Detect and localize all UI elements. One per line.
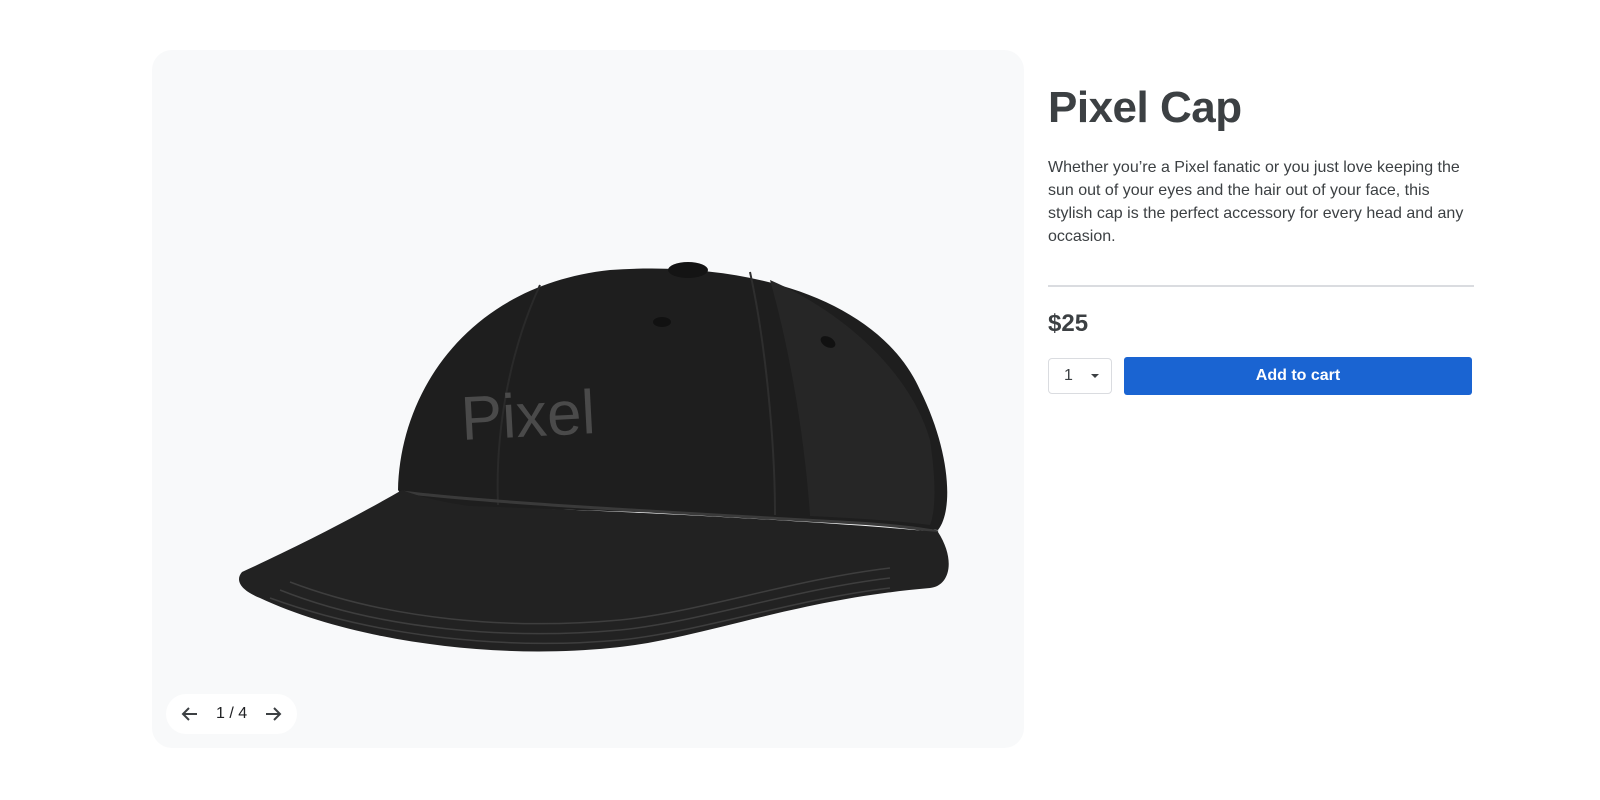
quantity-select[interactable]: 1 bbox=[1048, 358, 1112, 394]
product-gallery: Pixel 1 / 4 bbox=[152, 50, 1024, 748]
cap-embroidery-text: Pixel bbox=[459, 378, 597, 454]
image-counter: 1 / 4 bbox=[216, 705, 248, 722]
arrow-left-icon bbox=[181, 707, 197, 721]
product-title: Pixel Cap bbox=[1048, 83, 1242, 132]
previous-image-button[interactable] bbox=[174, 698, 206, 730]
arrow-right-icon bbox=[266, 707, 282, 721]
purchase-row: 1 Add to cart bbox=[1048, 357, 1474, 395]
product-details: Pixel Cap Whether you’re a Pixel fanatic… bbox=[1048, 80, 1474, 395]
product-image: Pixel bbox=[239, 262, 949, 652]
add-to-cart-button[interactable]: Add to cart bbox=[1124, 357, 1472, 395]
caret-down-icon bbox=[1091, 374, 1099, 378]
quantity-value: 1 bbox=[1064, 367, 1073, 384]
image-pager: 1 / 4 bbox=[166, 694, 298, 734]
next-image-button[interactable] bbox=[257, 698, 289, 730]
product-price: $25 bbox=[1048, 310, 1089, 337]
divider bbox=[1048, 285, 1474, 287]
product-description: Whether you’re a Pixel fanatic or you ju… bbox=[1048, 159, 1464, 245]
